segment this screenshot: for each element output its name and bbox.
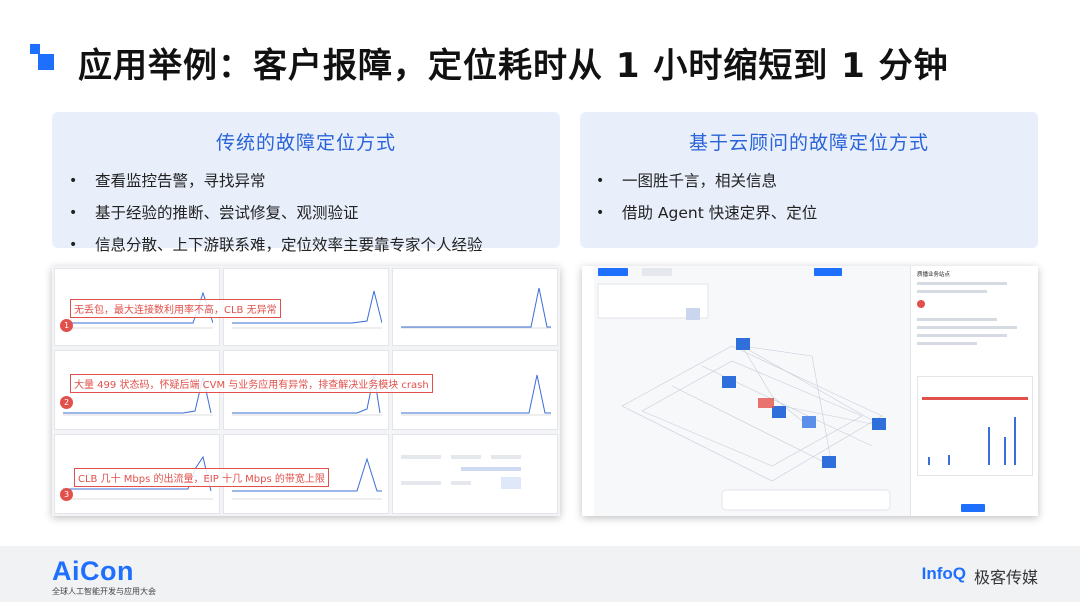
monitoring-dashboard-screenshot: 1 无丢包，最大连接数利用率不高，CLB 无异常 2 大量 499 状态码，怀疑… — [52, 266, 560, 516]
bullet-list: • 一图胜千言，相关信息 • 借助 Agent 快速定界、定位 — [580, 165, 1038, 229]
bullet-list: • 查看监控告警，寻找异常 • 基于经验的推断、尝试修复、观测验证 • 信息分散、上下… — [52, 165, 560, 261]
geek-media-label: 极客传媒 — [973, 568, 1038, 587]
bullet-icon: • — [596, 205, 605, 221]
annotation-number: 3 — [60, 488, 73, 501]
annotation-number: 1 — [60, 319, 73, 332]
bullet-icon: • — [69, 237, 78, 253]
mini-table — [392, 434, 558, 514]
mini-chart — [392, 268, 558, 346]
topology-screenshot: 质播业务站点 — [582, 266, 1038, 516]
annotation-label: 大量 499 状态码，怀疑后端 CVM 与业务应用有异常，排查解决业务模块 cr… — [70, 374, 433, 393]
bullet-item: • 查看监控告警，寻找异常 — [52, 165, 560, 197]
footer: AiCon 全球人工智能开发与应用大会 InfoQ 极客传媒 — [0, 546, 1080, 602]
bullet-item: • 一图胜千言，相关信息 — [580, 165, 1038, 197]
annotation-number: 2 — [60, 396, 73, 409]
slide: 应用举例：客户报障，定位耗时从 1 小时缩短到 1 分钟 传统的故障定位方式 •… — [0, 0, 1080, 602]
bullet-item: • 信息分散、上下游联系难，定位效率主要靠专家个人经验 — [52, 229, 560, 261]
bullet-icon: • — [69, 173, 78, 189]
bullet-item: • 借助 Agent 快速定界、定位 — [580, 197, 1038, 229]
confirm-button[interactable] — [961, 504, 985, 512]
title-accent-icon — [30, 44, 60, 74]
annotation-label: CLB 几十 Mbps 的出流量，EIP 十几 Mbps 的带宽上限 — [74, 468, 329, 487]
alert-icon — [917, 300, 925, 308]
advisor-method-panel: 基于云顾问的故障定位方式 • 一图胜千言，相关信息 • 借助 Agent 快速定界、… — [580, 112, 1038, 248]
metric-chart — [917, 376, 1033, 476]
panel-heading: 传统的故障定位方式 — [215, 132, 396, 154]
panel-heading: 基于云顾问的故障定位方式 — [688, 132, 929, 154]
aicon-tagline: 全球人工智能开发与应用大会 — [52, 587, 156, 596]
aicon-logo: AiCon — [52, 556, 134, 586]
infoq-logo: InfoQ — [921, 564, 966, 583]
traditional-method-panel: 传统的故障定位方式 • 查看监控告警，寻找异常 • 基于经验的推断、尝试修复、观测验… — [52, 112, 560, 254]
side-panel-title: 质播业务站点 — [917, 272, 951, 278]
annotation-label: 无丢包，最大连接数利用率不高，CLB 无异常 — [70, 299, 281, 318]
page-title: 应用举例：客户报障，定位耗时从 1 小时缩短到 1 分钟 — [78, 46, 949, 86]
analysis-side-panel: 质播业务站点 — [910, 266, 1038, 516]
bullet-icon: • — [69, 205, 78, 221]
bullet-item: • 基于经验的推断、尝试修复、观测验证 — [52, 197, 560, 229]
bullet-icon: • — [596, 173, 605, 189]
